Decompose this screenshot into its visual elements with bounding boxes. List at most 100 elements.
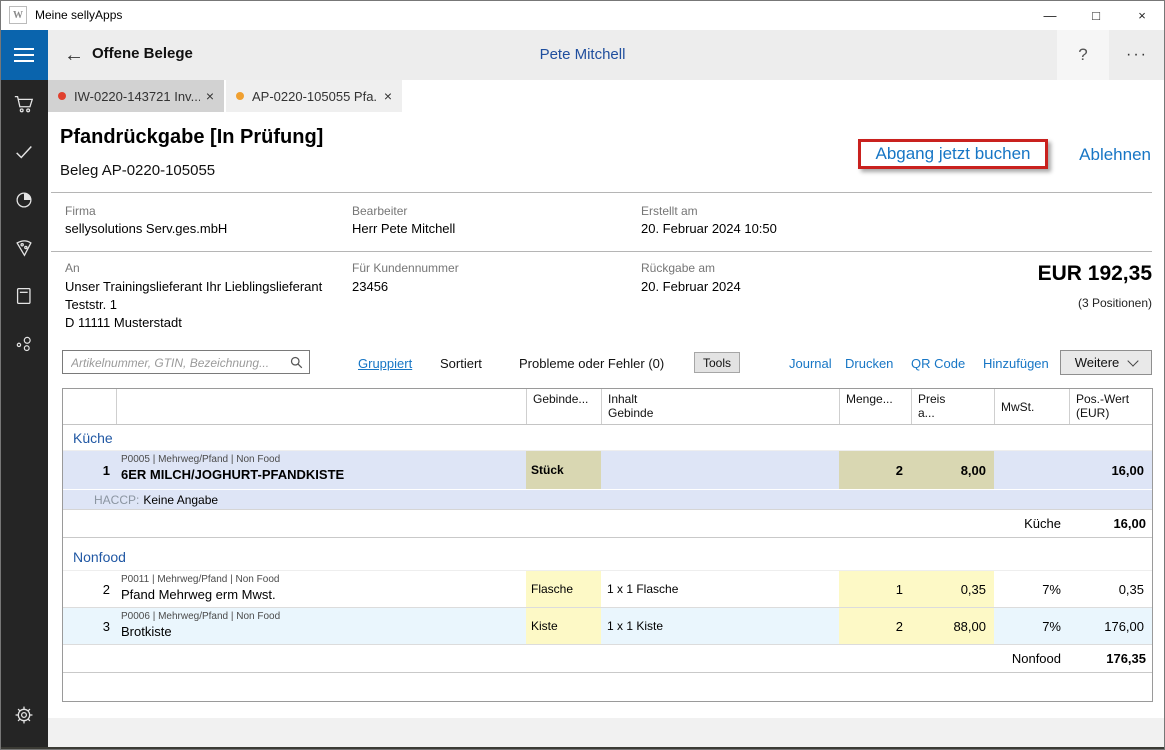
settings-button[interactable]	[0, 691, 48, 739]
tools-button[interactable]: Tools	[694, 352, 740, 373]
col-pos-wert-header[interactable]: Pos.-Wert (EUR)	[1069, 389, 1152, 424]
checkmark-icon	[13, 141, 35, 163]
drucken-link[interactable]: Drucken	[845, 356, 893, 371]
subtotal-label: Küche	[994, 510, 1069, 537]
menge-cell: 2	[839, 451, 911, 489]
sidebar	[0, 80, 48, 747]
inhalt-cell: 1 x 1 Kiste	[601, 608, 839, 644]
close-button[interactable]: ×	[1119, 0, 1165, 30]
row-number: 3	[63, 608, 116, 644]
menu-icon	[14, 48, 34, 50]
sidebar-tasks-button[interactable]	[0, 128, 48, 176]
tab-label: AP-0220-105055 Pfa...	[252, 89, 378, 104]
rueckgabe-am-value: 20. Februar 2024	[641, 278, 741, 296]
erstellt-am-label: Erstellt am	[641, 204, 698, 218]
positions-table: Gebinde... Inhalt Gebinde Menge... Preis…	[62, 388, 1153, 702]
back-button[interactable]: ←	[60, 41, 88, 69]
pos-wert-cell: 16,00	[1069, 451, 1152, 489]
help-button[interactable]: ?	[1057, 30, 1109, 80]
mwst-cell	[994, 451, 1069, 489]
tab-bar: IW-0220-143721 Inv... × AP-0220-105055 P…	[48, 80, 402, 112]
hinzufuegen-link[interactable]: Hinzufügen	[983, 356, 1049, 371]
sidebar-catalog-button[interactable]	[0, 272, 48, 320]
bearbeiter-label: Bearbeiter	[352, 204, 407, 218]
user-name-link[interactable]: Pete Mitchell	[540, 46, 626, 63]
menge-cell: 1	[839, 571, 911, 607]
pos-wert-cell: 176,00	[1069, 608, 1152, 644]
subtotal-row-nonfood: Nonfood 176,35	[63, 645, 1152, 673]
total-amount: EUR 192,35	[1038, 262, 1152, 286]
cart-icon	[13, 93, 35, 115]
gebinde-cell: Kiste	[526, 608, 601, 644]
col-menge-header[interactable]: Menge...	[839, 389, 911, 424]
group-header-kueche: Küche	[63, 425, 1152, 451]
positions-count: (3 Positionen)	[1078, 296, 1152, 310]
an-label: An	[65, 261, 80, 275]
app-header: ← Offene Belege Pete Mitchell ? ···	[0, 30, 1165, 80]
haccp-label: HACCP:	[94, 493, 139, 507]
haccp-value: Keine Angabe	[143, 493, 218, 507]
col-preis-header[interactable]: Preis a...	[911, 389, 994, 424]
mwst-cell: 7%	[994, 608, 1069, 644]
kundennummer-label: Für Kundennummer	[352, 261, 459, 275]
table-row[interactable]: 1 P0005 | Mehrweg/Pfand | Non Food 6ER M…	[63, 451, 1152, 490]
journal-link[interactable]: Journal	[789, 356, 832, 371]
sidebar-share-button[interactable]	[0, 320, 48, 368]
qr-code-link[interactable]: QR Code	[911, 356, 965, 371]
gebinde-cell: Flasche	[526, 571, 601, 607]
row-description: P0011 | Mehrweg/Pfand | Non Food Pfand M…	[116, 571, 526, 607]
window-titlebar: W Meine sellyApps — □ ×	[0, 0, 1165, 30]
gruppiert-link[interactable]: Gruppiert	[358, 356, 412, 371]
probleme-oder-fehler-link[interactable]: Probleme oder Fehler (0)	[519, 356, 664, 371]
subtotal-value: 176,35	[1069, 645, 1152, 672]
col-gebinde-header[interactable]: Gebinde...	[526, 389, 601, 424]
search-input[interactable]	[69, 353, 285, 373]
preis-cell: 0,35	[911, 571, 994, 607]
book-icon	[13, 285, 35, 307]
table-row[interactable]: 2 P0011 | Mehrweg/Pfand | Non Food Pfand…	[63, 571, 1152, 608]
bearbeiter-value: Herr Pete Mitchell	[352, 220, 455, 238]
an-value: Unser Trainingslieferant Ihr Lieblingsli…	[65, 278, 322, 332]
tab-ap-0220-105055[interactable]: AP-0220-105055 Pfa... ×	[226, 80, 402, 112]
col-inhalt-gebinde-header[interactable]: Inhalt Gebinde	[601, 389, 839, 424]
page-title: Offene Belege	[92, 45, 193, 62]
menu-button[interactable]	[0, 30, 48, 80]
col-description-header[interactable]	[116, 389, 526, 424]
tab-iw-0220-143721[interactable]: IW-0220-143721 Inv... ×	[48, 80, 224, 112]
abgang-jetzt-buchen-button[interactable]: Abgang jetzt buchen	[858, 139, 1048, 169]
tab-label: IW-0220-143721 Inv...	[74, 89, 200, 104]
document-view: Pfandrückgabe [In Prüfung] Beleg AP-0220…	[48, 112, 1165, 750]
gebinde-cell: Stück	[526, 451, 601, 489]
haccp-row: HACCP: Keine Angabe	[63, 490, 1152, 510]
tab-status-dot	[58, 92, 66, 100]
col-number-header[interactable]	[63, 389, 116, 424]
tab-close-icon[interactable]: ×	[378, 88, 392, 104]
subtotal-row-kueche: Küche 16,00	[63, 510, 1152, 538]
maximize-button[interactable]: □	[1073, 0, 1119, 30]
pizza-slice-icon	[13, 237, 35, 259]
table-row[interactable]: 3 P0006 | Mehrweg/Pfand | Non Food Brotk…	[63, 608, 1152, 645]
gear-icon	[13, 704, 35, 726]
window-title: Meine sellyApps	[35, 8, 122, 22]
document-title: Pfandrückgabe [In Prüfung]	[60, 126, 323, 149]
share-icon	[13, 333, 35, 355]
sidebar-reports-button[interactable]	[0, 176, 48, 224]
firma-value: sellysolutions Serv.ges.mbH	[65, 220, 227, 238]
mwst-cell: 7%	[994, 571, 1069, 607]
ablehnen-button[interactable]: Ablehnen	[1079, 145, 1151, 165]
sidebar-cart-button[interactable]	[0, 80, 48, 128]
weitere-dropdown-button[interactable]: Weitere	[1060, 350, 1152, 375]
minimize-button[interactable]: —	[1027, 0, 1073, 30]
more-options-button[interactable]: ···	[1112, 30, 1162, 80]
subtotal-value: 16,00	[1069, 510, 1152, 537]
pie-chart-icon	[13, 189, 35, 211]
tab-close-icon[interactable]: ×	[200, 88, 214, 104]
sidebar-food-button[interactable]	[0, 224, 48, 272]
bottom-bar	[48, 718, 1165, 747]
group-header-nonfood: Nonfood	[63, 538, 1152, 571]
kundennummer-value: 23456	[352, 278, 388, 296]
col-mwst-header[interactable]: MwSt.	[994, 389, 1069, 424]
sortiert-link[interactable]: Sortiert	[440, 356, 482, 371]
menge-cell: 2	[839, 608, 911, 644]
article-search-box	[62, 350, 310, 374]
